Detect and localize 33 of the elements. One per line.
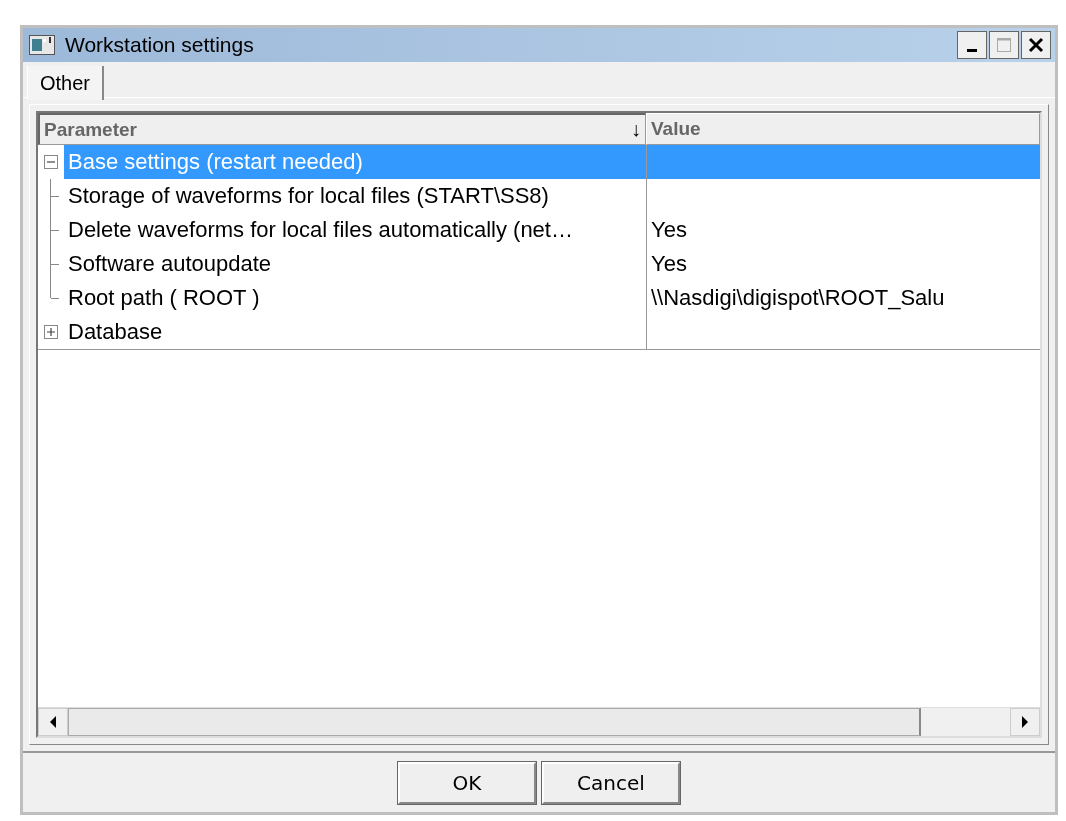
- tree-line: [50, 213, 61, 247]
- value-cell-text: Yes: [650, 250, 688, 278]
- scroll-thumb[interactable]: [68, 708, 921, 736]
- expand-icon[interactable]: [44, 325, 58, 339]
- minimize-icon: [967, 48, 977, 52]
- minimize-button[interactable]: [957, 31, 987, 59]
- maximize-icon: [996, 37, 1012, 53]
- right-arrow-icon: [1021, 716, 1029, 728]
- column-header[interactable]: Value: [646, 113, 1040, 145]
- parameter-label[interactable]: Software autoupdate: [64, 247, 276, 281]
- scroll-left-button[interactable]: [38, 708, 68, 736]
- sort-indicator: ↓: [631, 118, 641, 141]
- column-label: Parameter: [44, 118, 137, 141]
- tab[interactable]: Other: [27, 66, 105, 100]
- parameter-label[interactable]: Root path ( ROOT ): [64, 281, 264, 315]
- dialog-button[interactable]: Cancel: [542, 762, 680, 804]
- parameter-label[interactable]: Delete waveforms for local files automatically (net…: [64, 213, 577, 247]
- window-title: Workstation settings: [65, 33, 255, 57]
- parameter-label[interactable]: Database: [64, 315, 167, 349]
- maximize-button[interactable]: [989, 31, 1019, 59]
- column-header[interactable]: Parameter ↓: [38, 113, 646, 145]
- left-arrow-icon: [49, 716, 57, 728]
- value-cell-text: Yes: [650, 216, 688, 244]
- value-cell-text: \\Nasdigi\digispot\ROOT_Salu: [650, 284, 946, 312]
- collapse-icon[interactable]: [44, 155, 58, 169]
- scroll-right-button[interactable]: [1010, 708, 1040, 736]
- tree-line: [50, 179, 61, 213]
- dialog-button[interactable]: OK: [398, 762, 536, 804]
- close-icon: [1028, 37, 1044, 53]
- close-button[interactable]: [1021, 31, 1051, 59]
- app-window-icon: [29, 35, 55, 55]
- horizontal-scrollbar[interactable]: [38, 707, 1040, 736]
- parameter-label[interactable]: Storage of waveforms for local files (START\SS8): [64, 179, 553, 213]
